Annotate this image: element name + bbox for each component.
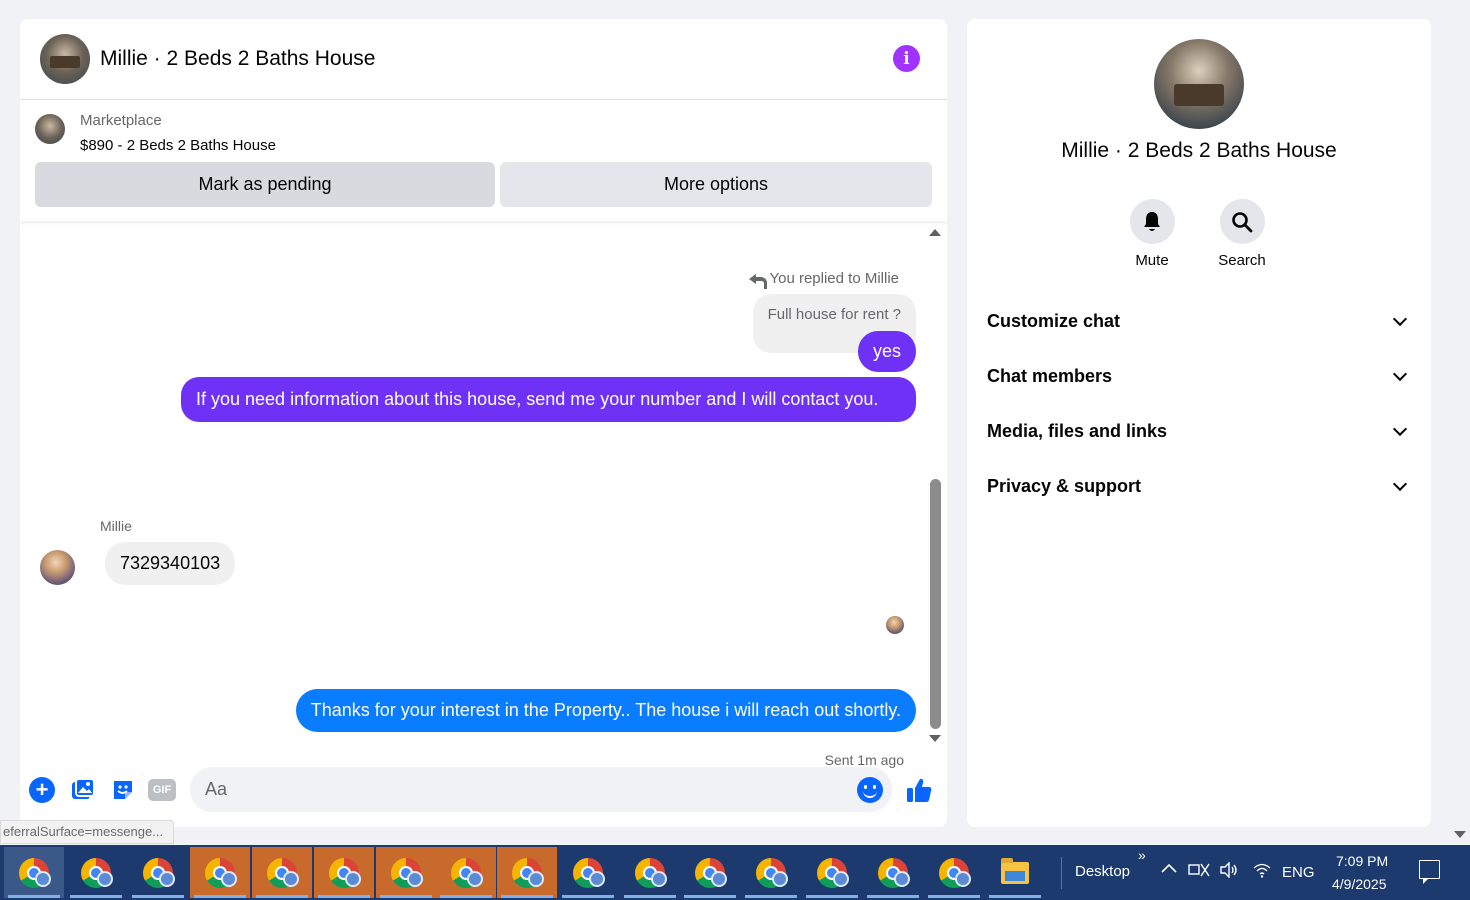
taskbar-chrome-window[interactable]	[436, 847, 496, 898]
reply-label: You replied to Millie	[769, 270, 899, 287]
search-icon	[1219, 199, 1265, 244]
clock-time[interactable]: 7:09 PM	[1336, 853, 1388, 869]
folder-icon	[1001, 857, 1029, 884]
taskbar-chrome-window[interactable]	[252, 847, 312, 898]
section-label: Customize chat	[987, 310, 1121, 331]
wifi-icon[interactable]	[1252, 862, 1272, 882]
reply-indicator: You replied to Millie	[749, 270, 899, 289]
search-button[interactable]: Search	[1212, 199, 1272, 269]
message-input-wrapper	[190, 767, 892, 812]
listing-title[interactable]: $890 - 2 Beds 2 Baths House	[80, 137, 276, 154]
sender-name: Millie	[100, 518, 132, 534]
marketplace-banner: Marketplace $890 - 2 Beds 2 Baths House …	[20, 100, 947, 221]
taskbar-chrome-window[interactable]	[802, 847, 862, 898]
taskbar-chrome-window[interactable]	[558, 847, 618, 898]
network-adapter-icon[interactable]	[1188, 862, 1210, 882]
message-scrollbar[interactable]	[930, 479, 941, 729]
message-bubble-outgoing[interactable]: If you need information about this house…	[181, 377, 916, 422]
mute-button[interactable]: Mute	[1122, 199, 1182, 269]
more-options-button[interactable]: More options	[500, 162, 932, 207]
composer: + GIF	[20, 764, 947, 820]
message-input[interactable]	[205, 767, 845, 812]
section-media-files-links[interactable]: Media, files and links	[987, 411, 1411, 451]
bell-icon	[1129, 199, 1175, 244]
taskbar-chrome-window[interactable]	[66, 847, 126, 898]
chat-details-panel: Millie · 2 Beds 2 Baths House Mute Searc…	[967, 19, 1431, 827]
mark-as-pending-button[interactable]: Mark as pending	[35, 162, 495, 207]
plus-icon[interactable]: +	[29, 777, 55, 803]
volume-icon[interactable]	[1219, 861, 1239, 882]
section-label: Privacy & support	[987, 475, 1142, 496]
taskbar-chrome-window[interactable]	[4, 847, 64, 898]
desktop-toolbar-label[interactable]: Desktop	[1075, 863, 1130, 880]
reply-icon	[749, 272, 768, 289]
mute-label: Mute	[1135, 252, 1169, 269]
details-title: Millie · 2 Beds 2 Baths House	[1061, 139, 1337, 162]
sender-avatar[interactable]	[40, 550, 75, 585]
marketplace-label: Marketplace	[80, 112, 162, 129]
chat-title[interactable]: Millie · 2 Beds 2 Baths House	[100, 47, 375, 71]
section-customize-chat[interactable]: Customize chat	[987, 301, 1411, 341]
chevron-down-icon	[1392, 476, 1408, 491]
message-bubble-outgoing[interactable]: Thanks for your interest in the Property…	[295, 689, 916, 732]
listing-thumbnail[interactable]	[35, 114, 65, 144]
sticker-icon[interactable]	[110, 777, 136, 803]
clock-date[interactable]: 4/9/2025	[1332, 876, 1387, 892]
status-bar-url: eferralSurface=messenge...	[0, 820, 175, 844]
section-privacy-support[interactable]: Privacy & support	[987, 466, 1411, 506]
taskbar-separator	[1061, 857, 1062, 889]
taskbar-file-explorer[interactable]	[985, 847, 1045, 898]
taskbar-chrome-window[interactable]	[190, 847, 250, 898]
chevron-down-icon	[1392, 366, 1408, 381]
section-label: Chat members	[987, 365, 1113, 386]
chevron-down-icon	[1392, 421, 1408, 436]
gif-icon[interactable]: GIF	[148, 779, 176, 801]
emoji-icon[interactable]	[857, 777, 883, 803]
taskbar-chrome-window[interactable]	[620, 847, 680, 898]
thumbs-up-icon[interactable]	[905, 776, 933, 804]
chevron-up-icon[interactable]	[1161, 861, 1177, 878]
seen-indicator-avatar	[886, 616, 904, 634]
taskbar-chrome-window[interactable]	[128, 847, 188, 898]
section-label: Media, files and links	[987, 420, 1168, 441]
notification-center-icon[interactable]	[1419, 860, 1440, 884]
taskbar-chrome-window[interactable]	[497, 847, 557, 898]
message-list[interactable]: You replied to Millie Full house for ren…	[20, 221, 947, 768]
language-indicator[interactable]: ENG	[1282, 864, 1315, 881]
scroll-down-arrow-icon[interactable]	[929, 735, 941, 742]
taskbar-chrome-window[interactable]	[376, 847, 436, 898]
scroll-up-arrow-icon[interactable]	[929, 229, 941, 236]
taskbar-chrome-window[interactable]	[314, 847, 374, 898]
taskbar-chrome-window[interactable]	[863, 847, 923, 898]
section-chat-members[interactable]: Chat members	[987, 356, 1411, 396]
chevron-down-icon	[1392, 311, 1408, 326]
message-bubble-incoming[interactable]: 7329340103	[105, 542, 236, 585]
chat-avatar[interactable]	[40, 34, 90, 84]
details-avatar[interactable]	[1154, 39, 1244, 129]
photo-icon[interactable]	[70, 777, 96, 803]
info-icon[interactable]: i	[893, 45, 920, 72]
search-label: Search	[1218, 252, 1266, 269]
chat-header: Millie · 2 Beds 2 Baths House i	[20, 19, 947, 100]
taskbar-chrome-window[interactable]	[741, 847, 801, 898]
chat-panel: Millie · 2 Beds 2 Baths House i Marketpl…	[20, 19, 947, 827]
message-bubble-outgoing[interactable]: yes	[857, 331, 916, 372]
taskbar-chrome-window[interactable]	[680, 847, 740, 898]
page-scroll-down-icon[interactable]	[1454, 831, 1466, 838]
taskbar: Desktop » ENG 7:09 PM 4/9/2025	[0, 845, 1470, 900]
toolbar-expand-icon[interactable]: »	[1138, 847, 1146, 863]
taskbar-chrome-window[interactable]	[924, 847, 984, 898]
